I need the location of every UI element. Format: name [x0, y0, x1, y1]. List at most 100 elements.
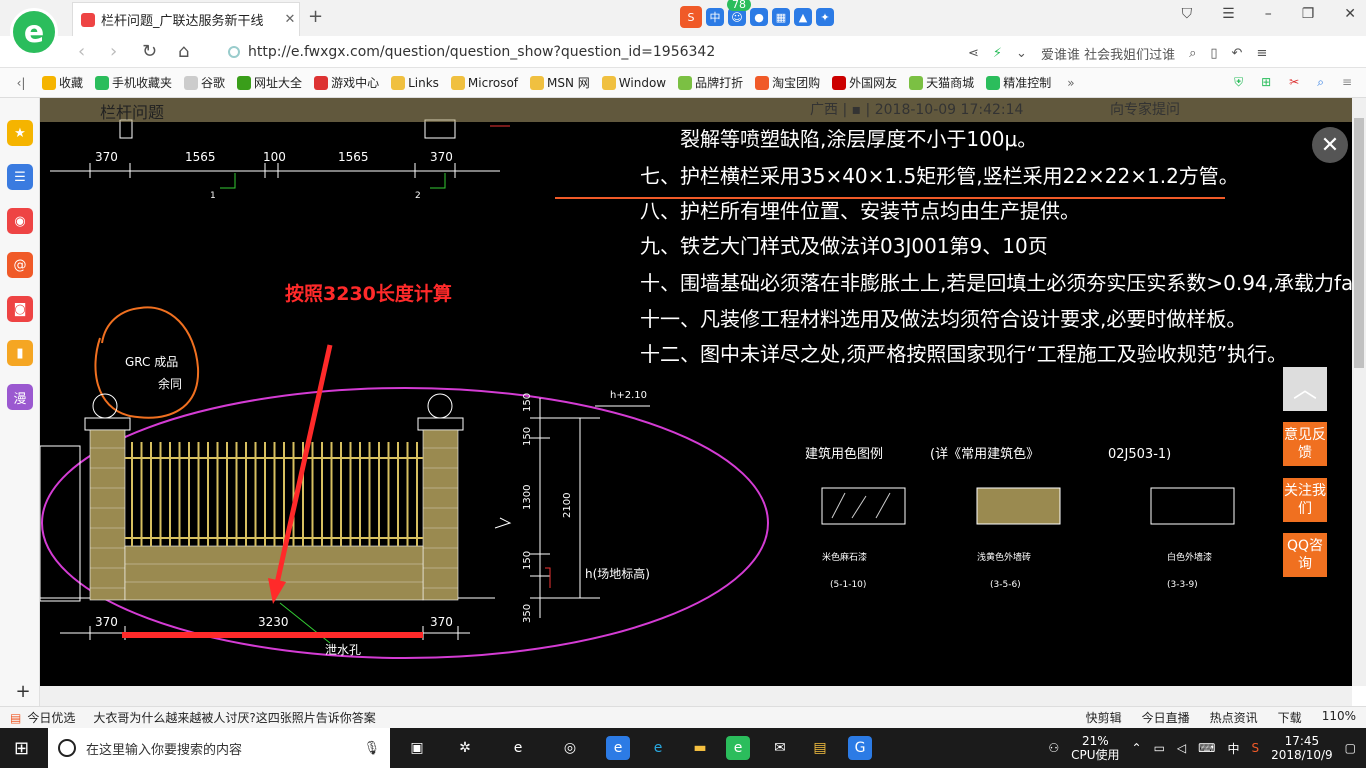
- scroll-thumb[interactable]: [1354, 118, 1364, 368]
- zoom-icon[interactable]: ⌕: [1317, 75, 1324, 90]
- collapse-sidebar-icon[interactable]: ‹|: [0, 76, 42, 90]
- vertical-scrollbar[interactable]: [1352, 98, 1366, 686]
- live-link[interactable]: 今日直播: [1142, 709, 1190, 726]
- translate-icon[interactable]: ⊞: [1261, 75, 1271, 90]
- bookmark-item[interactable]: 谷歌: [184, 74, 225, 91]
- menu-dots-icon[interactable]: ≡: [1342, 75, 1352, 90]
- close-tab-icon[interactable]: ✕: [281, 12, 299, 27]
- horizontal-scrollbar[interactable]: [40, 686, 1352, 706]
- clock[interactable]: 17:45 2018/10/9: [1271, 734, 1333, 762]
- people-icon[interactable]: ⚇: [1048, 741, 1059, 755]
- more-icon[interactable]: ≡: [1256, 46, 1267, 61]
- close-viewer-button[interactable]: ✕: [1312, 127, 1348, 163]
- keyboard-tray-icon[interactable]: ⌨: [1198, 741, 1215, 755]
- download-link[interactable]: 下载: [1278, 709, 1302, 726]
- comic-icon[interactable]: 漫: [7, 384, 33, 410]
- action-center-icon[interactable]: ▢: [1345, 741, 1356, 755]
- bookmark-item[interactable]: 品牌打折: [678, 74, 743, 91]
- today-pick[interactable]: 今日优选: [27, 709, 75, 726]
- hot-search-text[interactable]: 爱谁谁 社会我姐们过谁: [1041, 44, 1175, 63]
- share-icon[interactable]: ⋖: [968, 46, 979, 61]
- new-tab-button[interactable]: +: [308, 6, 323, 27]
- ie-browser-icon[interactable]: e: [506, 736, 530, 760]
- address-bar: ‹ › ↻ ⌂ http://e.fwxgx.com/question/ques…: [0, 36, 1366, 68]
- wrench-icon[interactable]: ✦: [816, 8, 834, 26]
- minimize-button[interactable]: –: [1265, 6, 1272, 22]
- network-icon[interactable]: ▭: [1154, 741, 1165, 755]
- cpu-usage[interactable]: 21% CPU使用: [1071, 734, 1119, 762]
- skin-icon[interactable]: ▲: [794, 8, 812, 26]
- flash-icon[interactable]: ⚡: [993, 46, 1002, 61]
- mic-icon[interactable]: ●: [750, 8, 768, 26]
- dropdown-icon[interactable]: ⌄: [1016, 46, 1027, 61]
- bookmark-item[interactable]: MSN 网: [530, 74, 590, 91]
- browser-logo[interactable]: e: [10, 8, 58, 56]
- add-panel-icon[interactable]: +: [10, 678, 36, 704]
- close-window-button[interactable]: ✕: [1344, 6, 1356, 22]
- tray-expand-icon[interactable]: ⌃: [1132, 741, 1142, 755]
- ie-icon[interactable]: e: [646, 736, 670, 760]
- shirt-icon[interactable]: ⛉: [1182, 6, 1193, 22]
- qq-consult-button[interactable]: QQ咨询: [1283, 533, 1327, 577]
- notes-icon[interactable]: ▤: [808, 736, 832, 760]
- bookmark-item[interactable]: Window: [601, 74, 666, 91]
- follow-us-button[interactable]: 关注我们: [1283, 478, 1327, 522]
- zoom-level[interactable]: 110%: [1322, 709, 1356, 726]
- list-icon[interactable]: ☰: [7, 164, 33, 190]
- ime-indicator[interactable]: 中: [1227, 740, 1239, 757]
- bookmark-icon: [909, 75, 924, 90]
- more-bookmarks-icon[interactable]: »: [1067, 76, 1074, 90]
- g-app-icon[interactable]: G: [848, 736, 872, 760]
- phone-icon[interactable]: ▯: [1210, 46, 1217, 61]
- feedback-button[interactable]: 意见反馈: [1283, 422, 1327, 466]
- reader-icon[interactable]: ▮: [7, 340, 33, 366]
- back-button[interactable]: ‹: [78, 41, 85, 62]
- news-headline[interactable]: 大衣哥为什么越来越被人讨厌?这四张照片告诉你答案: [93, 709, 375, 726]
- task-view-icon[interactable]: ▣: [405, 736, 429, 760]
- back-to-top-button[interactable]: ︿: [1283, 367, 1327, 411]
- bookmark-item[interactable]: 收藏: [42, 74, 83, 91]
- microphone-icon[interactable]: 🎙: [363, 741, 380, 756]
- reload-button[interactable]: ↻: [142, 41, 157, 62]
- forward-button[interactable]: ›: [110, 41, 117, 62]
- browser-tab[interactable]: 栏杆问题_广联达服务新干线 ✕: [72, 2, 300, 36]
- bookmark-item[interactable]: 网址大全: [237, 74, 302, 91]
- bookmark-item[interactable]: 淘宝团购: [755, 74, 820, 91]
- bookmark-item[interactable]: 天猫商城: [909, 74, 974, 91]
- volume-icon[interactable]: ◁: [1177, 741, 1186, 755]
- undo-icon[interactable]: ↶: [1232, 46, 1243, 61]
- hot-news-link[interactable]: 热点资讯: [1210, 709, 1258, 726]
- pinwheel-icon[interactable]: ✲: [453, 736, 477, 760]
- ask-expert-link[interactable]: 向专家提问: [1110, 99, 1180, 119]
- mail-app-icon[interactable]: ✉: [768, 736, 792, 760]
- search-icon[interactable]: ⌕: [1189, 46, 1196, 61]
- page-title: 栏杆问题: [100, 103, 165, 122]
- quick-edit-link[interactable]: 快剪辑: [1086, 709, 1122, 726]
- cut-icon[interactable]: ✂: [1289, 75, 1299, 90]
- ime-icon[interactable]: 中: [706, 8, 724, 26]
- restore-button[interactable]: ❐: [1302, 6, 1315, 22]
- favorites-icon[interactable]: ★: [7, 120, 33, 146]
- weibo-icon[interactable]: ◉: [7, 208, 33, 234]
- menu-icon[interactable]: ☰: [1222, 6, 1235, 22]
- sogou-icon[interactable]: S: [680, 6, 702, 28]
- shield-icon[interactable]: ⛨: [1234, 75, 1243, 90]
- browser-app-icon[interactable]: ◎: [558, 736, 582, 760]
- file-explorer-icon[interactable]: ▬: [688, 736, 712, 760]
- taskbar-search[interactable]: 在这里输入你要搜索的内容 🎙: [48, 728, 390, 768]
- url-field[interactable]: http://e.fwxgx.com/question/question_sho…: [228, 41, 1008, 63]
- mail-icon[interactable]: @: [7, 252, 33, 278]
- bookmark-item[interactable]: 精准控制: [986, 74, 1051, 91]
- bookmark-item[interactable]: 手机收藏夹: [95, 74, 172, 91]
- game-icon[interactable]: ◙: [7, 296, 33, 322]
- keyboard-icon[interactable]: ▦: [772, 8, 790, 26]
- sogou-tray-icon[interactable]: S: [1252, 741, 1260, 755]
- home-button[interactable]: ⌂: [178, 41, 189, 62]
- bookmark-item[interactable]: 游戏中心: [314, 74, 379, 91]
- bookmark-item[interactable]: Microsof: [450, 74, 518, 91]
- bookmark-item[interactable]: 外国网友: [832, 74, 897, 91]
- 360-browser-icon[interactable]: e: [726, 736, 750, 760]
- edge-icon[interactable]: e: [606, 736, 630, 760]
- start-button[interactable]: ⊞: [14, 738, 29, 759]
- bookmark-item[interactable]: Links: [391, 74, 439, 91]
